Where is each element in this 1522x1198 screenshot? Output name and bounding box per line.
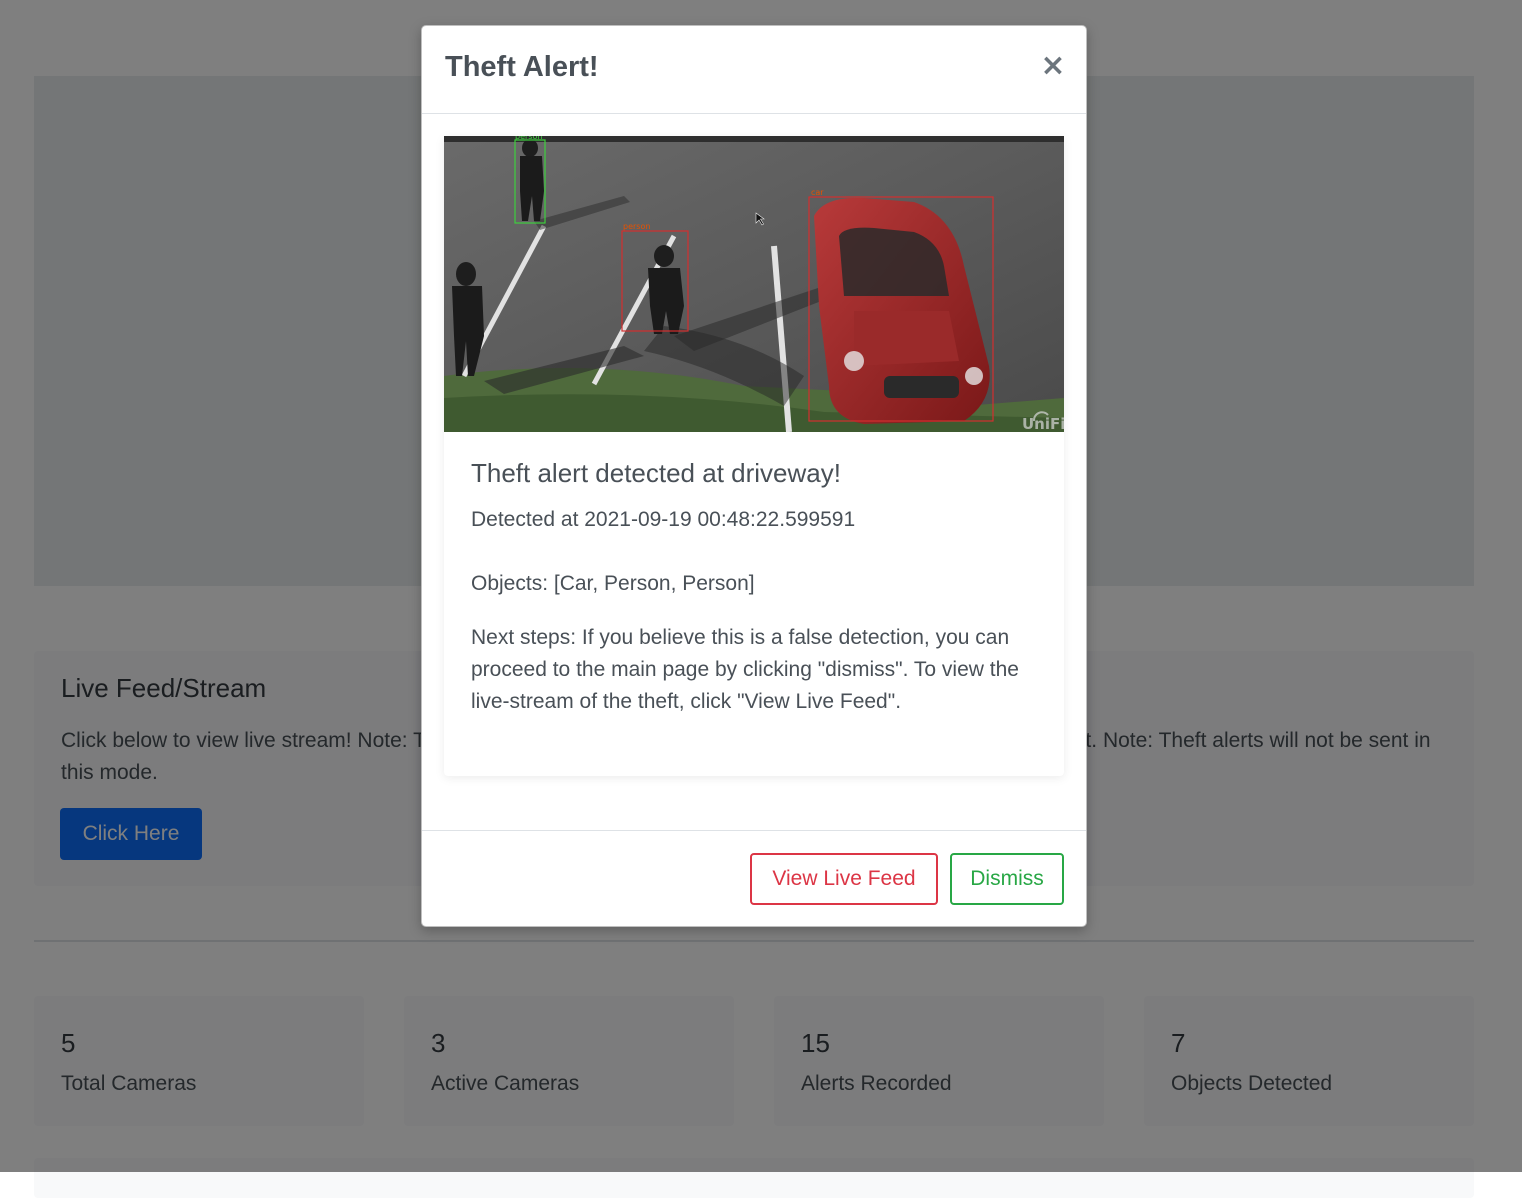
detected-objects: Objects: [Car, Person, Person] [471,572,755,595]
next-steps-text: Next steps: If you believe this is a fal… [471,626,1019,713]
theft-alert-modal: Theft Alert! × person person car UniFi T… [421,25,1087,927]
unifi-watermark: UniFi [1022,415,1064,432]
detection-label-person-1: person [515,136,542,141]
detection-label-person-2: person [623,222,650,231]
modal-title: Theft Alert! [445,51,599,83]
detected-timestamp: Detected at 2021-09-19 00:48:22.599591 [471,508,856,531]
modal-footer: View Live Feed Dismiss [422,830,1086,927]
view-live-feed-button[interactable]: View Live Feed [750,853,938,905]
modal-header: Theft Alert! × [422,26,1086,114]
dismiss-button[interactable]: Dismiss [950,853,1064,905]
close-icon[interactable]: × [1040,48,1066,84]
detection-snapshot: person person car UniFi [444,136,1064,432]
alert-card: person person car UniFi Theft alert dete… [444,136,1064,776]
detection-label-car: car [811,188,824,197]
alert-heading: Theft alert detected at driveway! [471,458,841,488]
